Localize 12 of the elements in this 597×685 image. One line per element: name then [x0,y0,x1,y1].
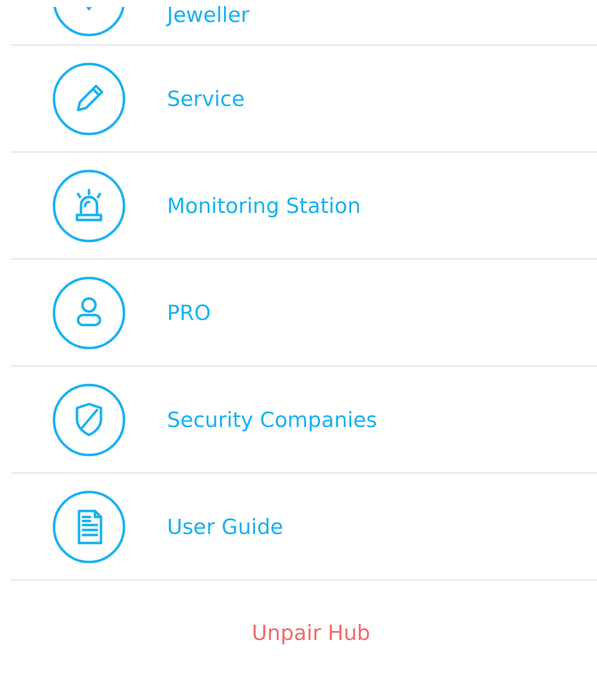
menu-item-label[interactable]: Security Companies [167,408,378,432]
unpair-hub-button[interactable]: Unpair Hub [248,619,374,647]
person-icon [52,276,126,350]
menu-item-label[interactable]: Service [167,86,245,110]
document-icon [52,490,126,564]
pencil-icon [52,62,126,136]
shield-icon [52,382,126,456]
menu-item-label[interactable]: User Guide [167,514,284,538]
menu-item-label[interactable]: Jeweller [167,2,250,28]
menu-item-label[interactable]: Monitoring Station [167,194,361,218]
menu-item-label[interactable]: PRO [167,300,211,324]
siren-icon [52,168,126,242]
